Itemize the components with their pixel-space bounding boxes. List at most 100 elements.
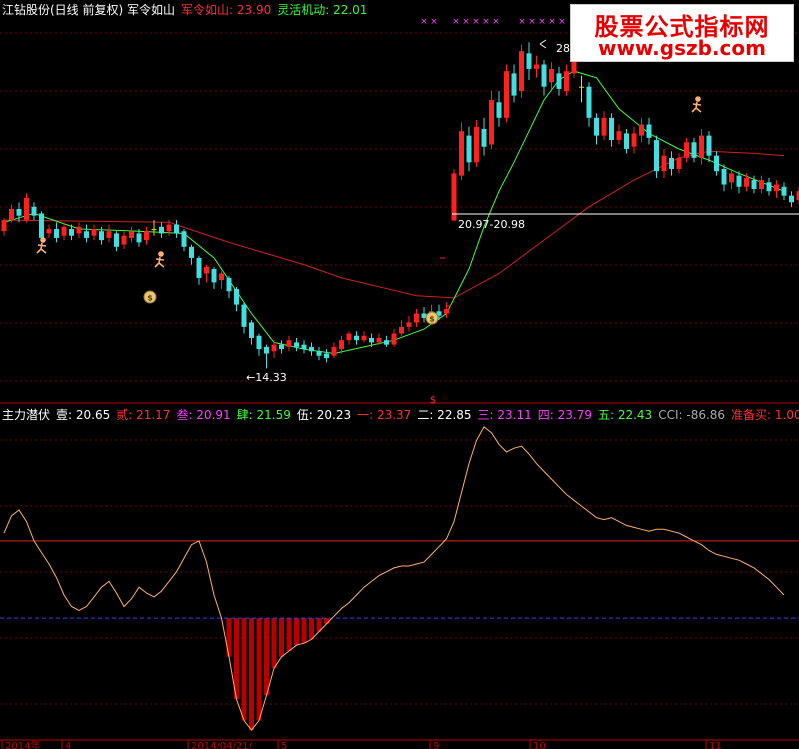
low-price-label: ←14.33	[246, 371, 287, 384]
signal-cross: ×	[430, 17, 438, 27]
indicator-value-6: 二: 22.85	[417, 408, 472, 422]
ma-long-line	[3, 150, 785, 299]
indicator-value-4: 伍: 20.23	[296, 408, 352, 422]
date-label: 2014年	[5, 739, 40, 749]
indicator-value-7: 三: 23.11	[477, 408, 532, 422]
date-axis: 2014年 4 2014/04/21/5 9 10 11	[0, 739, 799, 749]
candle	[661, 148, 667, 178]
candle	[616, 124, 622, 145]
candle	[421, 306, 427, 323]
candle	[211, 266, 217, 290]
chart-canvas: × × × × × × × × × × × ×$$20.97-20.98←14.3328$ 2014年…	[0, 17, 799, 749]
candle	[699, 128, 704, 165]
candle	[609, 113, 614, 147]
candle	[766, 177, 772, 196]
candle	[279, 340, 284, 354]
range-label: 20.97-20.98	[458, 218, 525, 231]
indicator-line	[3, 426, 785, 731]
candle	[106, 224, 112, 243]
candle	[549, 62, 554, 89]
candle	[451, 168, 457, 221]
histogram-bar	[279, 618, 284, 657]
date-label: 2014/04/21/	[191, 741, 253, 749]
dollar-marker: $	[430, 395, 436, 406]
money-bag-icon: $	[143, 290, 157, 304]
signal-cross: ×	[528, 17, 536, 27]
candle	[174, 220, 179, 238]
candle	[406, 315, 412, 332]
signal-cross: ×	[452, 17, 460, 27]
candle	[114, 231, 119, 252]
candle	[256, 333, 262, 356]
candle	[226, 275, 232, 298]
signal-cross: ×	[518, 17, 526, 27]
candle	[309, 342, 314, 356]
svg-text:$: $	[147, 294, 153, 303]
indicator-value-8: 四: 23.79	[537, 408, 592, 422]
candle	[121, 231, 127, 250]
header-value-1: 灵活机动: 22.01	[277, 3, 368, 17]
price-panel-header: 江钻股份(日线 前复权) 军令如山 军令如山: 23.90 灵活机动: 22.01	[2, 3, 373, 17]
candle	[489, 91, 494, 149]
indicator-value-3: 肆: 21.59	[236, 408, 291, 422]
candle	[1, 217, 7, 236]
candle	[249, 320, 254, 345]
candle	[354, 331, 359, 345]
signal-cross: ×	[462, 17, 470, 27]
candle	[91, 224, 97, 241]
candle	[541, 60, 547, 96]
indicator-value-5: 一: 23.37	[357, 408, 412, 422]
candle	[706, 131, 712, 163]
candle	[444, 302, 449, 318]
candle	[391, 329, 397, 347]
candle	[129, 226, 134, 243]
candle	[789, 191, 794, 207]
candle	[504, 64, 509, 123]
date-label: 9	[433, 741, 439, 749]
candle	[601, 111, 607, 141]
candle	[526, 42, 532, 81]
candle	[346, 331, 352, 345]
candle	[639, 117, 644, 143]
candle	[24, 193, 29, 223]
histogram-bar	[264, 618, 269, 696]
candle	[511, 64, 517, 103]
candle	[459, 122, 464, 181]
high-price-label: 28	[556, 42, 570, 55]
candle	[31, 202, 37, 221]
runner-icon	[691, 96, 702, 113]
candle	[9, 204, 14, 223]
date-label: 10	[533, 741, 546, 749]
signal-cross: ×	[548, 17, 556, 27]
candle	[564, 64, 569, 96]
candle	[579, 75, 584, 103]
candle	[534, 55, 539, 78]
candle	[189, 244, 194, 265]
candle	[234, 286, 239, 312]
candle	[759, 175, 764, 194]
candle	[669, 151, 674, 176]
candle	[466, 126, 472, 172]
signal-cross: ×	[538, 17, 546, 27]
candle	[496, 91, 502, 127]
candle	[294, 337, 299, 352]
candle	[399, 320, 404, 336]
candle	[586, 82, 592, 127]
candle	[46, 224, 52, 238]
indicator-value-0: 壹: 20.65	[56, 408, 111, 422]
ma-short-line	[3, 70, 785, 355]
candle	[624, 128, 629, 154]
svg-text:$: $	[429, 315, 435, 324]
histogram-bar	[256, 618, 262, 721]
moving-average-lines	[3, 70, 785, 355]
histogram-bar	[294, 618, 299, 646]
candle	[684, 137, 689, 163]
candle	[474, 120, 479, 167]
watermark-url: www.gszb.com	[598, 36, 766, 60]
signal-cross: ×	[558, 17, 566, 27]
candle	[264, 344, 269, 369]
histogram-bar	[226, 618, 232, 657]
signal-cross: ×	[482, 17, 490, 27]
candle	[54, 222, 59, 243]
candle	[594, 113, 599, 145]
